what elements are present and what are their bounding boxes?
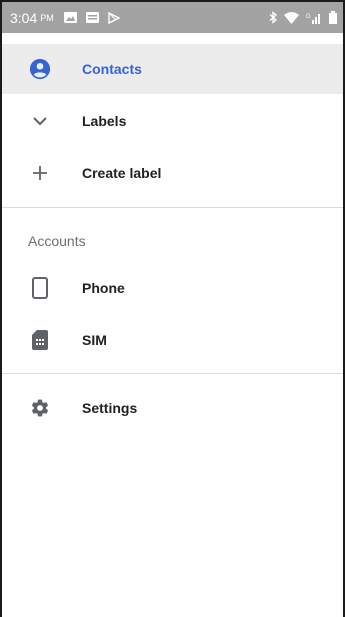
svg-text:G: G [306,14,311,20]
drawer-item-label: Phone [82,280,125,296]
plus-icon [28,161,52,185]
status-time: 3:04 [10,9,38,26]
drawer-item-contacts[interactable]: Contacts [2,44,343,94]
status-ampm: PM [40,12,54,23]
drawer-item-phone[interactable]: Phone [2,263,343,313]
accounts-header: Accounts [28,233,86,249]
message-icon [85,12,99,23]
status-bar: 3:04 PM G [2,2,343,33]
gear-icon [28,396,52,420]
sim-card-icon [28,328,52,352]
drawer-item-create-label[interactable]: Create label [2,148,343,198]
play-store-icon [108,11,120,24]
divider [2,207,343,208]
signal-icon: G [306,12,322,24]
drawer-item-labels[interactable]: Labels [2,96,343,146]
account-circle-icon [28,57,52,81]
drawer-item-label: Contacts [82,61,142,77]
phone-device-icon [28,276,52,300]
drawer-item-label: Create label [82,165,162,181]
drawer-item-label: Labels [82,113,127,129]
drawer-item-label: SIM [82,332,107,348]
app-frame: 3:04 PM G Contacts Labels Create label A… [0,0,345,617]
drawer-item-label: Settings [82,400,138,416]
battery-icon [329,11,337,24]
drawer-item-settings[interactable]: Settings [2,383,343,433]
image-icon [63,12,77,23]
divider [2,373,343,374]
drawer-item-sim[interactable]: SIM [2,315,343,365]
bluetooth-icon [269,11,277,24]
chevron-down-icon [28,109,52,133]
wifi-icon [284,11,299,24]
